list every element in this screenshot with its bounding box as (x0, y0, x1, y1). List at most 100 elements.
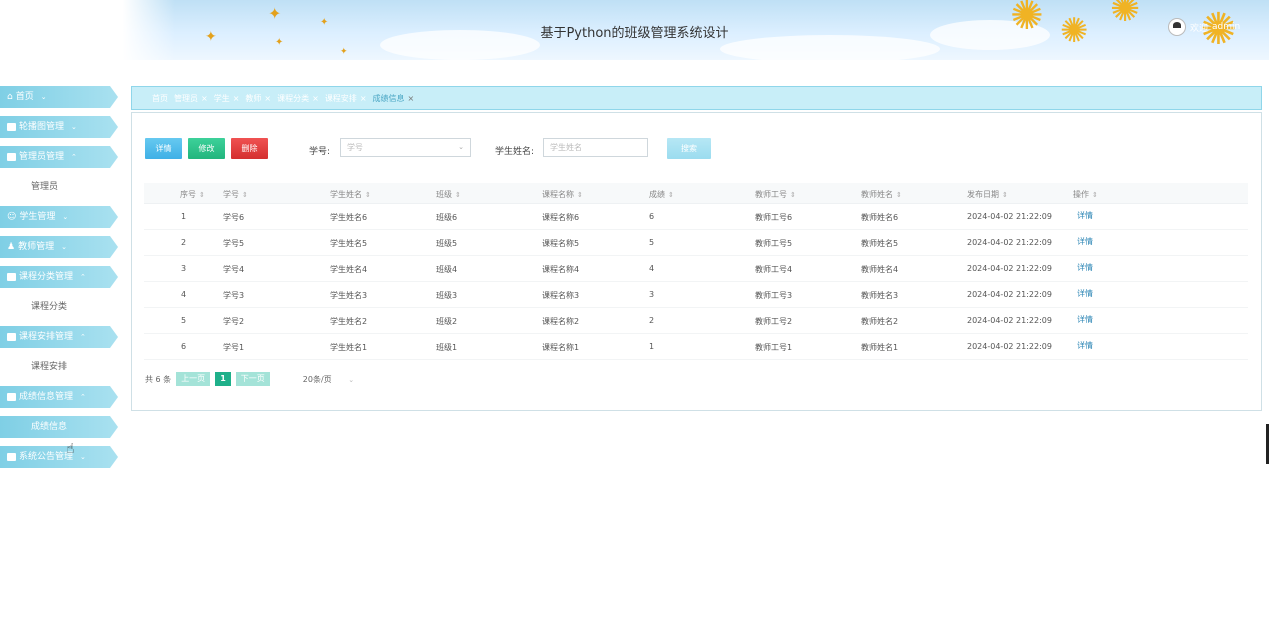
sidebar-item-label: 课程安排管理 (19, 332, 74, 342)
sidebar-item-home[interactable]: ⌂ 首页 ⌄ (0, 86, 118, 108)
close-icon[interactable]: × (233, 94, 240, 103)
column-header[interactable]: 成绩 ⇕ (649, 189, 674, 200)
detail-link[interactable]: 详情 (1077, 262, 1093, 273)
sidebar-item-label: 课程分类管理 (19, 272, 74, 282)
sidebar-item-grades-manage[interactable]: 成绩信息管理 ⌃ (0, 386, 118, 408)
table-row[interactable]: 5 学号2 学生姓名2 班级2 课程名称2 2 教师工号2 教师姓名2 2024… (144, 308, 1248, 334)
table-row[interactable]: 4 学号3 学生姓名3 班级3 课程名称3 3 教师工号3 教师姓名3 2024… (144, 282, 1248, 308)
edit-button[interactable]: 修改 (188, 138, 225, 159)
close-icon[interactable]: × (360, 94, 367, 103)
sidebar-item-label: 轮播图管理 (19, 122, 65, 132)
user-menu[interactable]: 欢迎 admin (1168, 18, 1240, 36)
detail-link[interactable]: 详情 (1077, 236, 1093, 247)
detail-link[interactable]: 详情 (1077, 288, 1093, 299)
tab-home[interactable]: 首页 (152, 93, 168, 104)
sidebar-subitem-course-category[interactable]: 课程分类 (0, 296, 120, 318)
pagination: 共 6 条 上一页 1 下一页 20条/页 ⌄ (145, 372, 354, 386)
chevron-down-icon: ⌄ (348, 375, 355, 384)
sidebar-item-students[interactable]: ☺ 学生管理 ⌄ (0, 206, 118, 228)
student-name-input[interactable]: 学生姓名 (543, 138, 648, 157)
prev-page-button[interactable]: 上一页 (176, 372, 211, 386)
detail-link[interactable]: 详情 (1077, 340, 1093, 351)
table-header: 序号 ⇕ 学号 ⇕ 学生姓名 ⇕ 班级 ⇕ 课程名称 ⇕ 成绩 ⇕ 教师工号 ⇕ 教师姓名 ⇕ … (144, 183, 1248, 204)
tab-admin[interactable]: 管理员 × (174, 93, 208, 104)
sort-icon: ⇕ (1092, 191, 1098, 199)
chevron-up-icon: ⌃ (80, 273, 86, 281)
close-icon[interactable]: × (201, 94, 208, 103)
sidebar: ⌂ 首页 ⌄ 轮播图管理 ⌄ 管理员管理 ⌃ 管理员 ☺ 学生管理 ⌄ ♟ 教师… (0, 86, 120, 476)
grid-icon (7, 123, 16, 131)
tab-course-category[interactable]: 课程分类 × (277, 93, 319, 104)
column-header[interactable]: 班级 ⇕ (436, 189, 461, 200)
sidebar-item-label: 管理员管理 (19, 152, 65, 162)
chevron-up-icon: ⌃ (71, 153, 77, 161)
close-icon[interactable]: × (312, 94, 319, 103)
chevron-down-icon: ⌄ (62, 213, 69, 221)
sidebar-item-course-schedule-manage[interactable]: 课程安排管理 ⌃ (0, 326, 118, 348)
chevron-down-icon: ⌄ (71, 123, 77, 131)
sidebar-item-teachers[interactable]: ♟ 教师管理 ⌄ (0, 236, 118, 258)
column-header[interactable]: 序号 ⇕ (180, 189, 205, 200)
detail-link[interactable]: 详情 (1077, 314, 1093, 325)
search-button[interactable]: 搜索 (667, 138, 711, 159)
tab-label: 首页 (152, 93, 168, 103)
close-icon[interactable]: × (408, 94, 415, 103)
column-header[interactable]: 学生姓名 ⇕ (330, 189, 371, 200)
sort-icon: ⇕ (455, 191, 461, 199)
sidebar-item-course-category-manage[interactable]: 课程分类管理 ⌃ (0, 266, 118, 288)
column-header[interactable]: 教师工号 ⇕ (755, 189, 796, 200)
column-header[interactable]: 学号 ⇕ (223, 189, 248, 200)
table-row[interactable]: 2 学号5 学生姓名5 班级5 课程名称5 5 教师工号5 教师姓名5 2024… (144, 230, 1248, 256)
tab-label: 成绩信息 (372, 93, 405, 103)
column-header[interactable]: 课程名称 ⇕ (542, 189, 583, 200)
grid-icon (7, 153, 16, 161)
student-no-select[interactable]: 学号 ⌄ (340, 138, 471, 157)
tab-students[interactable]: 学生 × (214, 93, 240, 104)
tab-course-schedule[interactable]: 课程安排 × (325, 93, 367, 104)
home-icon: ⌂ (7, 92, 13, 102)
sort-icon: ⇕ (242, 191, 248, 199)
sort-icon: ⇕ (896, 191, 902, 199)
page-size-select[interactable]: 20条/页 ⌄ (303, 374, 354, 385)
tab-label: 学生 (213, 93, 230, 103)
detail-button[interactable]: 详情 (145, 138, 182, 159)
grid-icon (7, 273, 16, 281)
column-header[interactable]: 发布日期 ⇕ (967, 189, 1008, 200)
chevron-down-icon: ⌄ (61, 243, 67, 251)
column-header[interactable]: 教师姓名 ⇕ (861, 189, 902, 200)
doc-icon (7, 393, 16, 401)
table-row[interactable]: 6 学号1 学生姓名1 班级1 课程名称1 1 教师工号1 教师姓名1 2024… (144, 334, 1248, 360)
delete-button[interactable]: 删除 (231, 138, 268, 159)
sort-icon: ⇕ (1002, 191, 1008, 199)
user-icon: ♟ (7, 242, 16, 252)
student-no-label: 学号: (309, 147, 331, 157)
page-number-current[interactable]: 1 (215, 372, 231, 386)
chevron-up-icon: ⌃ (80, 333, 86, 341)
leaf-icon: ✦ (340, 47, 348, 57)
user-name: admin (1212, 22, 1241, 32)
chevron-down-icon: ⌄ (458, 143, 464, 151)
student-no-placeholder: 学号 (347, 143, 363, 152)
sort-icon: ⇕ (365, 191, 371, 199)
sidebar-subitem-course-schedule[interactable]: 课程安排 (0, 356, 120, 378)
column-header[interactable]: 操作 ⇕ (1073, 189, 1098, 200)
close-icon[interactable]: × (264, 94, 271, 103)
tab-label: 教师 (245, 93, 262, 103)
sidebar-item-admin-manage[interactable]: 管理员管理 ⌃ (0, 146, 118, 168)
total-count: 共 6 条 (145, 374, 172, 384)
hand-cursor-icon: ☝ (66, 441, 75, 457)
sidebar-subitem-admin[interactable]: 管理员 (0, 176, 120, 198)
table-row[interactable]: 3 学号4 学生姓名4 班级4 课程名称4 4 教师工号4 教师姓名4 2024… (144, 256, 1248, 282)
sidebar-item-label: 学生管理 (19, 212, 56, 222)
next-page-button[interactable]: 下一页 (235, 372, 270, 386)
tab-grades[interactable]: 成绩信息 × (373, 93, 415, 104)
sidebar-subitem-grades[interactable]: 成绩信息 (0, 416, 118, 438)
tab-teachers[interactable]: 教师 × (245, 93, 271, 104)
sort-icon: ⇕ (199, 191, 205, 199)
grid-icon (7, 453, 16, 461)
grid-icon (7, 333, 16, 341)
sidebar-item-announcements[interactable]: 系统公告管理 ⌄ (0, 446, 118, 468)
detail-link[interactable]: 详情 (1077, 210, 1093, 221)
table-row[interactable]: 1 学号6 学生姓名6 班级6 课程名称6 6 教师工号6 教师姓名6 2024… (144, 204, 1248, 230)
sidebar-item-carousel[interactable]: 轮播图管理 ⌄ (0, 116, 118, 138)
